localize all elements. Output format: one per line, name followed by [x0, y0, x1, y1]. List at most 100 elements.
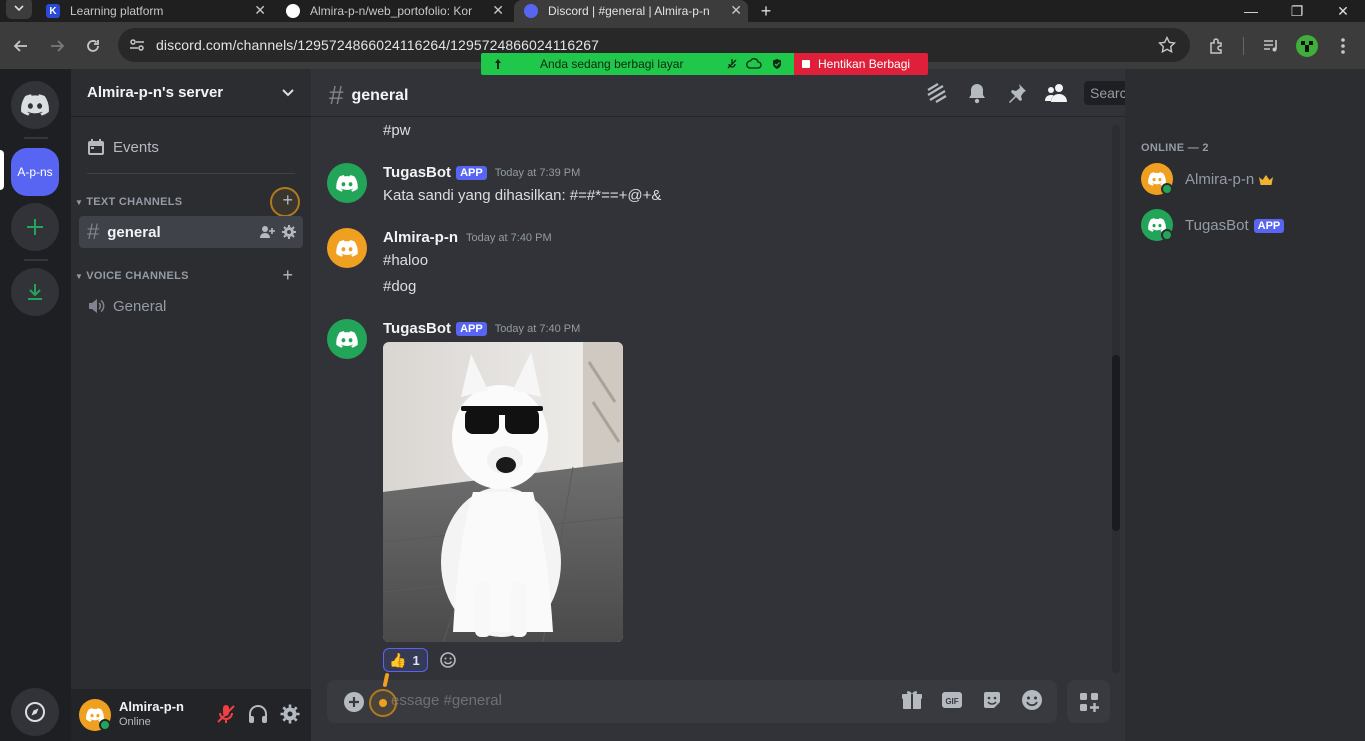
creeper-avatar-icon	[1296, 35, 1318, 57]
voice-channel-general[interactable]: General	[79, 290, 303, 322]
reaction-thumbs-up[interactable]: 👍 1	[383, 648, 428, 672]
pinned-messages-button[interactable]	[1005, 81, 1029, 105]
member-name-row: Almira-p-n	[1185, 171, 1274, 188]
close-icon[interactable]: ✕	[492, 2, 504, 19]
voice-channels-category[interactable]: ▼ VOICE CHANNELS	[75, 268, 189, 284]
guild-divider	[24, 259, 48, 261]
user-avatar[interactable]	[79, 699, 111, 731]
discord-logo-icon	[21, 94, 49, 116]
user-panel: Almira-p-n Online	[71, 689, 311, 741]
plus-icon	[27, 219, 43, 235]
drag-handle-icon[interactable]	[493, 58, 503, 70]
sticker-icon[interactable]	[981, 689, 1003, 711]
reload-button[interactable]	[81, 34, 105, 58]
tab-github[interactable]: Almira-p-n/web_portofolio: Kor ✕	[276, 0, 510, 22]
events-label: Events	[113, 138, 159, 156]
add-reaction-button[interactable]	[439, 651, 457, 669]
close-icon[interactable]: ✕	[254, 2, 266, 19]
site-settings-icon[interactable]	[128, 36, 146, 54]
chevron-down-icon	[282, 89, 294, 97]
window-close-button[interactable]: ✕	[1320, 0, 1365, 22]
text-channels-category[interactable]: ▼ TEXT CHANNELS	[75, 194, 182, 210]
tab-discord[interactable]: Discord | #general | Almira-p-n ✕	[514, 0, 748, 22]
message-list: #pw TugasBot APP Today at 7:39 PM Kata s…	[311, 117, 1125, 677]
gear-icon[interactable]	[281, 224, 297, 240]
maximize-button[interactable]: ❐	[1274, 0, 1320, 22]
hash-icon: #	[87, 219, 100, 244]
stop-sharing-button[interactable]: Hentikan Berbagi	[794, 53, 928, 75]
server-list: A-p-ns	[0, 69, 71, 741]
shield-check-icon	[773, 59, 781, 69]
tab-learning-platform[interactable]: K Learning platform ✕	[36, 0, 272, 22]
events-button[interactable]: Events	[79, 131, 303, 163]
forward-button[interactable]	[45, 34, 69, 58]
member-list-button[interactable]	[1044, 81, 1068, 105]
add-server-button[interactable]	[11, 203, 59, 251]
back-button[interactable]	[9, 34, 33, 58]
mic-muted-icon[interactable]	[215, 703, 237, 725]
stop-icon	[802, 60, 810, 68]
timestamp: Today at 7:39 PM	[494, 166, 581, 179]
new-tab-button[interactable]: +	[748, 0, 784, 22]
download-apps-button[interactable]	[11, 268, 59, 316]
server-header[interactable]: Almira-p-n's server	[71, 69, 311, 117]
media-control-button[interactable]	[1259, 34, 1283, 58]
speaker-icon	[89, 299, 105, 313]
app-badge: APP	[456, 321, 487, 336]
members-online-header: ONLINE — 2	[1141, 142, 1209, 154]
member-name-row: TugasBot APP	[1185, 217, 1285, 234]
gift-icon[interactable]	[901, 689, 923, 711]
hash-icon: #	[329, 80, 344, 110]
app-launcher-button[interactable]	[1067, 680, 1110, 723]
category-label: VOICE CHANNELS	[86, 270, 189, 282]
discord-avatar-icon	[336, 174, 358, 192]
add-member-icon[interactable]	[259, 224, 275, 240]
minimize-button[interactable]: —	[1228, 0, 1274, 22]
upload-plus-icon[interactable]	[343, 691, 365, 713]
browser-menu-button[interactable]	[1331, 34, 1355, 58]
author-name[interactable]: TugasBot	[383, 164, 451, 181]
music-queue-icon	[1264, 40, 1277, 52]
bell-icon	[969, 84, 985, 104]
threads-button[interactable]	[925, 81, 949, 105]
channel-general[interactable]: # general	[79, 216, 303, 248]
direct-messages-button[interactable]	[11, 81, 59, 129]
mic-off-icon	[727, 59, 737, 69]
author-name[interactable]: TugasBot	[383, 320, 451, 337]
notifications-button[interactable]	[965, 81, 989, 105]
emoji-icon[interactable]	[1021, 689, 1043, 711]
sidebar-divider	[87, 173, 295, 174]
create-text-channel-button[interactable]: +	[282, 190, 293, 211]
dog-image-attachment[interactable]	[383, 342, 623, 642]
message-composer[interactable]: essage #general GIF	[327, 680, 1057, 723]
member-item[interactable]: Almira-p-n	[1141, 159, 1361, 199]
discover-button[interactable]	[11, 688, 59, 736]
bot-avatar[interactable]	[327, 319, 367, 359]
create-voice-channel-button[interactable]: +	[282, 265, 293, 286]
timestamp: Today at 7:40 PM	[494, 322, 581, 335]
server-icon-almira[interactable]: A-p-ns	[11, 148, 59, 196]
message-header: TugasBot APP Today at 7:40 PM	[383, 320, 580, 337]
profile-avatar-button[interactable]	[1295, 34, 1319, 58]
gif-icon[interactable]: GIF	[941, 689, 963, 711]
author-name[interactable]: Almira-p-n	[383, 229, 458, 246]
tab-label: Discord | #general | Almira-p-n	[548, 4, 710, 18]
headphones-icon[interactable]	[247, 703, 269, 725]
app-badge: APP	[456, 165, 487, 180]
puzzle-icon	[1210, 38, 1222, 54]
extensions-button[interactable]	[1205, 34, 1229, 58]
star-icon[interactable]	[1158, 36, 1176, 54]
calendar-icon	[88, 139, 104, 155]
scrollbar-thumb[interactable]	[1112, 355, 1120, 531]
user-name[interactable]: Almira-p-n	[119, 699, 184, 714]
close-icon[interactable]: ✕	[730, 2, 742, 19]
user-settings-icon[interactable]	[279, 703, 301, 725]
bot-avatar[interactable]	[327, 163, 367, 203]
reload-icon	[87, 40, 99, 52]
user-avatar[interactable]	[327, 228, 367, 268]
server-abbrev: A-p-ns	[17, 165, 53, 179]
tab-search-button[interactable]	[6, 0, 32, 19]
member-item[interactable]: TugasBot APP	[1141, 205, 1361, 245]
message-content: #dog	[383, 278, 417, 295]
download-icon	[28, 284, 42, 300]
